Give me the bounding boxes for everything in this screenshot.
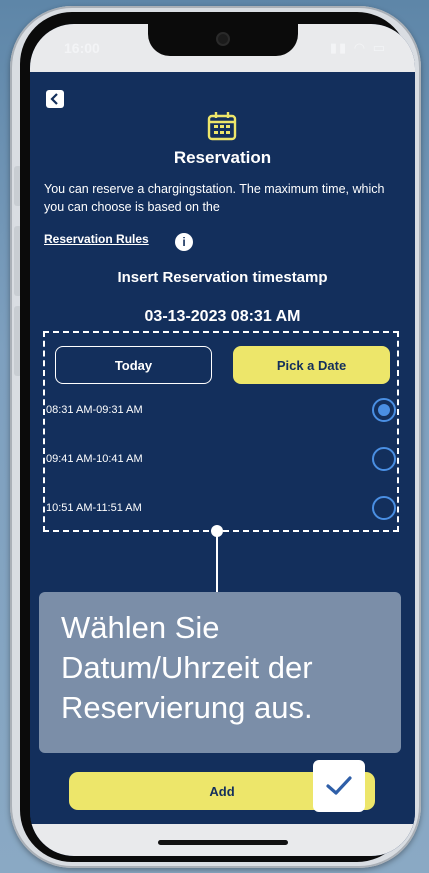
- phone-screen: 16:00 ▮▮ ◠ ▭ Reservation You can reserve…: [30, 24, 415, 856]
- back-button[interactable]: [46, 90, 64, 108]
- time-slot-label: 09:41 AM-10:41 AM: [46, 453, 143, 465]
- camera-icon: [216, 32, 230, 46]
- radio-selected-icon[interactable]: [372, 398, 396, 422]
- status-time: 16:00: [64, 40, 100, 56]
- page-title: Reservation: [173, 148, 272, 167]
- instruction-tooltip: Wählen Sie Datum/Uhrzeit der Reservierun…: [39, 592, 401, 753]
- back-arrow-icon: [50, 93, 58, 105]
- time-slot[interactable]: 09:41 AM-10:41 AM: [46, 447, 396, 475]
- time-slot[interactable]: 08:31 AM-09:31 AM: [46, 398, 396, 426]
- calendar-icon: [207, 112, 237, 141]
- check-badge: [313, 760, 365, 812]
- info-icon[interactable]: i: [175, 233, 193, 251]
- home-bar: [30, 824, 415, 856]
- today-button[interactable]: Today: [55, 346, 212, 384]
- home-indicator[interactable]: [158, 840, 288, 845]
- check-icon: [326, 776, 352, 795]
- reservation-screen: Reservation You can reserve a chargingst…: [30, 72, 415, 856]
- pick-a-date-button[interactable]: Pick a Date: [233, 346, 390, 384]
- insert-timestamp-label: Insert Reservation timestamp: [117, 269, 328, 286]
- radio-unselected-icon[interactable]: [372, 496, 396, 520]
- notch: [148, 24, 298, 56]
- time-slot[interactable]: 10:51 AM-11:51 AM: [46, 496, 396, 524]
- time-slot-label: 10:51 AM-11:51 AM: [46, 502, 142, 514]
- status-icons: ▮▮ ◠ ▭: [329, 40, 387, 55]
- intro-text: You can reserve a chargingstation. The m…: [44, 182, 385, 214]
- time-slot-label: 08:31 AM-09:31 AM: [46, 404, 143, 416]
- reservation-rules-link[interactable]: Reservation Rules: [44, 232, 149, 246]
- selected-timestamp: 03-13-2023 08:31 AM: [144, 308, 301, 325]
- radio-unselected-icon[interactable]: [372, 447, 396, 471]
